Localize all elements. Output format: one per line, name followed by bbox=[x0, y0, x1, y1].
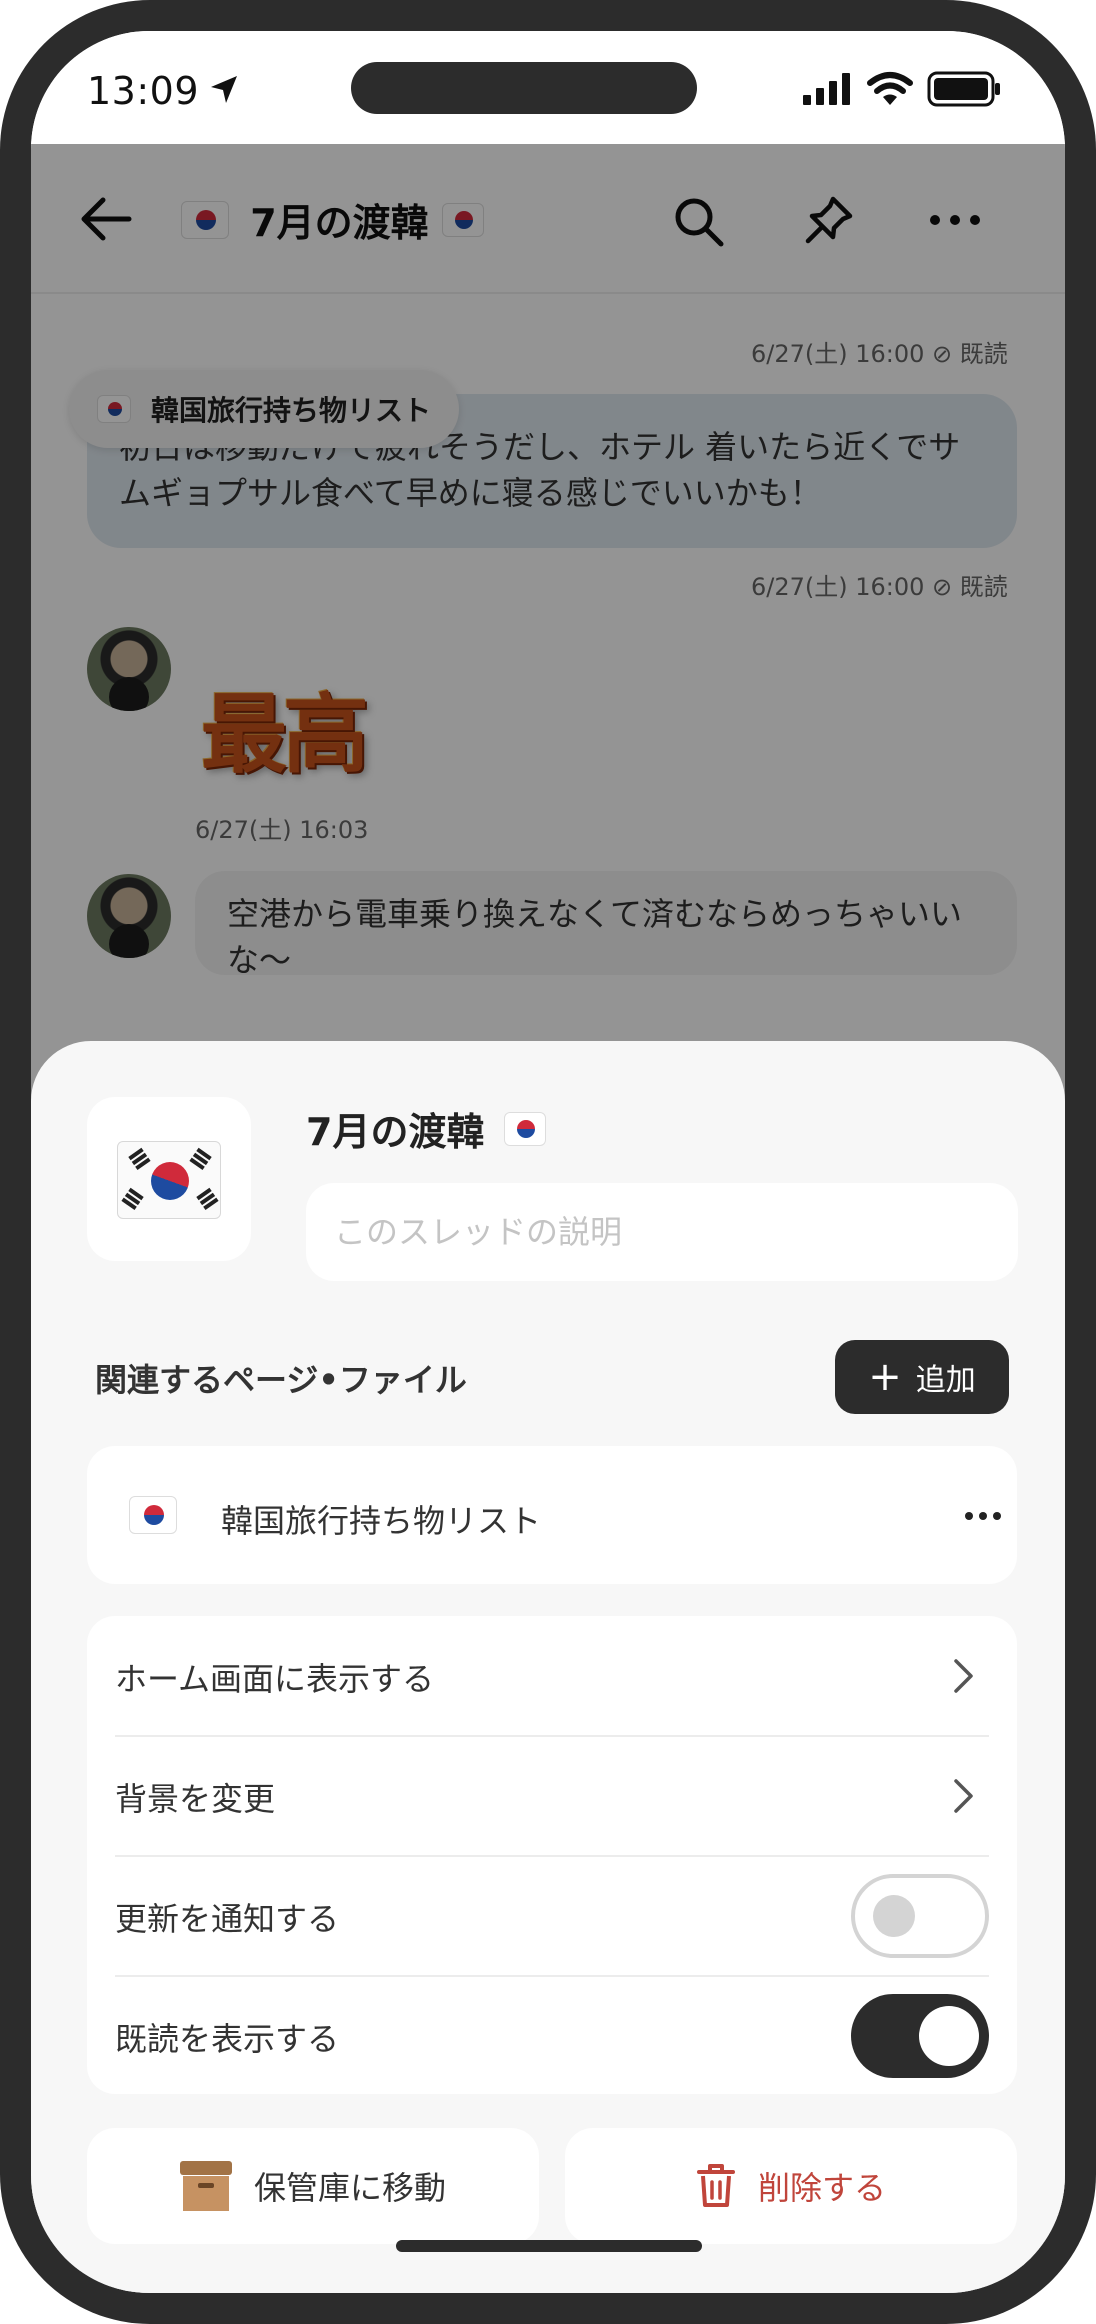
thread-icon-button[interactable] bbox=[87, 1097, 251, 1261]
box-icon bbox=[179, 2161, 232, 2211]
add-button-label: 追加 bbox=[915, 1363, 976, 1398]
related-file-name: 韓国旅行持ち物リスト bbox=[221, 1502, 542, 1540]
korea-flag-icon bbox=[129, 1496, 177, 1534]
korea-flag-icon bbox=[117, 1141, 221, 1219]
korea-flag-icon bbox=[503, 1111, 546, 1146]
chat-screen: 7月の渡韓 6/27(土) 16:00 ⊘ 既読 初日は移動だけで疲れそうだし、… bbox=[31, 144, 1065, 2293]
battery-icon bbox=[927, 71, 1000, 107]
plus-icon: + bbox=[868, 1354, 902, 1400]
setting-show-read-receipts: 既読を表示する bbox=[115, 1976, 989, 2095]
setting-show-on-home[interactable]: ホーム画面に表示する bbox=[115, 1616, 989, 1735]
thread-settings-sheet: 7月の渡韓 関連するページ•ファイル + 追加 韓国旅行持ち物リスト bbox=[31, 1041, 1065, 2293]
related-file-item[interactable]: 韓国旅行持ち物リスト bbox=[87, 1446, 1017, 1584]
setting-label: 背景を変更 bbox=[115, 1780, 276, 1818]
status-time: 13:09 bbox=[87, 69, 200, 113]
sheet-thread-title-text: 7月の渡韓 bbox=[306, 1110, 485, 1154]
show-read-toggle[interactable] bbox=[851, 1994, 989, 2078]
dynamic-island bbox=[351, 62, 697, 114]
delete-label: 削除する bbox=[757, 2169, 886, 2207]
delete-button[interactable]: 削除する bbox=[565, 2128, 1017, 2244]
device-frame: 13:09 7月の渡韓 6/27(土) 16:00 ⊘ 既読 初日は移動だけで疲… bbox=[0, 0, 1096, 2324]
archive-label: 保管庫に移動 bbox=[253, 2169, 446, 2207]
setting-label: 更新を通知する bbox=[115, 1900, 340, 1938]
status-bar: 13:09 bbox=[31, 31, 1065, 144]
location-arrow-icon bbox=[211, 76, 237, 103]
chevron-right-icon bbox=[954, 1659, 973, 1693]
thread-description-input[interactable] bbox=[306, 1183, 1018, 1281]
signal-icon bbox=[803, 73, 850, 105]
related-files-label: 関連するページ•ファイル bbox=[95, 1361, 467, 1399]
home-indicator[interactable] bbox=[396, 2240, 702, 2252]
setting-notify-updates: 更新を通知する bbox=[115, 1856, 989, 1975]
more-icon[interactable] bbox=[963, 1502, 1003, 1530]
archive-button[interactable]: 保管庫に移動 bbox=[87, 2128, 539, 2244]
trash-icon bbox=[696, 2164, 735, 2207]
sheet-thread-title[interactable]: 7月の渡韓 bbox=[306, 1101, 546, 1156]
chevron-right-icon bbox=[954, 1779, 973, 1813]
screen: 13:09 7月の渡韓 6/27(土) 16:00 ⊘ 既読 初日は移動だけで疲… bbox=[31, 31, 1065, 2293]
settings-list: ホーム画面に表示する 背景を変更 更新を通知する 既読を表示する bbox=[87, 1616, 1017, 2094]
setting-label: 既読を表示する bbox=[115, 2020, 340, 2058]
setting-change-background[interactable]: 背景を変更 bbox=[115, 1736, 989, 1855]
add-related-button[interactable]: + 追加 bbox=[835, 1340, 1009, 1414]
setting-label: ホーム画面に表示する bbox=[115, 1660, 435, 1698]
wifi-icon bbox=[867, 72, 913, 105]
notify-updates-toggle[interactable] bbox=[851, 1874, 989, 1958]
